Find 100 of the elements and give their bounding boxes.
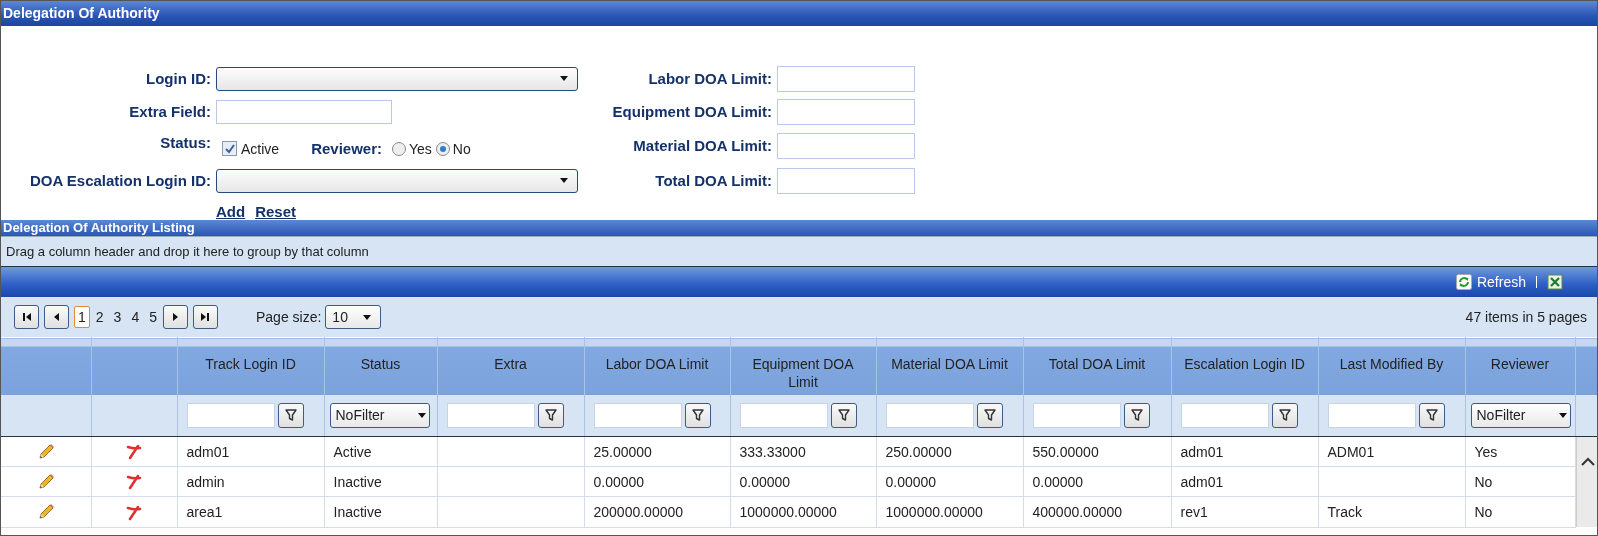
table-cell: 200000.00000 [584, 496, 730, 527]
table-cell: 0.00000 [1023, 466, 1171, 497]
pencil-icon [36, 472, 55, 491]
filter-icon [1129, 408, 1144, 423]
filter-field[interactable] [446, 402, 535, 428]
first-page-button[interactable] [14, 305, 39, 329]
column-header[interactable]: Extra [437, 337, 584, 395]
field-label: Status: [159, 133, 212, 151]
table-cell: adm01 [177, 436, 324, 467]
filter-field[interactable] [1032, 402, 1121, 428]
pencil-icon [36, 442, 55, 461]
field-label: Equipment DOA Limit: [611, 103, 773, 120]
text-field[interactable] [777, 98, 915, 125]
pager-summary: 47 items in 5 pages [1465, 309, 1587, 325]
table-cell: 0.00000 [730, 466, 876, 497]
delete-icon [126, 444, 142, 461]
delete-icon [126, 474, 142, 491]
filter-icon [982, 408, 997, 423]
filter-field[interactable] [885, 402, 974, 428]
column-header[interactable]: Equipment DOA Limit [730, 337, 876, 395]
page-number[interactable]: 3 [109, 306, 126, 328]
delete-icon [126, 504, 142, 521]
spreadsheet-icon [1547, 274, 1563, 290]
filter-icon [690, 408, 705, 423]
caret-icon [559, 177, 569, 184]
text-field[interactable] [216, 99, 392, 124]
last-page-button[interactable] [193, 305, 218, 329]
filter-button[interactable] [684, 402, 711, 428]
table-cell: rev1 [1171, 496, 1318, 527]
field-label: Reviewer: [311, 140, 382, 157]
link[interactable]: Add [216, 202, 246, 220]
table-cell: 25.00000 [584, 436, 730, 467]
next-page-button[interactable] [163, 305, 188, 329]
last-page-icon [200, 312, 211, 322]
page-size-dropdown[interactable]: 10 [325, 305, 382, 329]
table-cell: Inactive [324, 496, 437, 527]
dropdown[interactable] [216, 66, 578, 91]
caret-icon [362, 313, 373, 321]
filter-icon [283, 408, 298, 423]
group-hint: Drag a column header and drop it here to group by that column [6, 244, 369, 259]
table-cell: Active [324, 436, 437, 467]
field-label: Total DOA Limit: [654, 172, 773, 189]
filter-field[interactable] [186, 402, 275, 428]
text-field[interactable] [777, 65, 915, 92]
radio-button[interactable] [435, 141, 450, 156]
filter-icon [1277, 408, 1292, 423]
export-button[interactable] [1547, 274, 1563, 290]
filter-field[interactable] [1327, 402, 1416, 428]
field-label: Material DOA Limit: [632, 137, 773, 154]
column-header[interactable]: Track Login ID [177, 337, 324, 395]
filter-dropdown[interactable]: NoFilter [1470, 402, 1571, 428]
filter-dropdown[interactable]: NoFilter [329, 402, 430, 428]
table-cell: area1 [177, 496, 324, 527]
table-cell: ADM01 [1318, 436, 1465, 467]
column-header[interactable]: Total DOA Limit [1023, 337, 1171, 395]
filter-button[interactable] [1271, 402, 1298, 428]
filter-button[interactable] [830, 402, 857, 428]
checkbox[interactable] [222, 141, 237, 156]
table-cell: No [1465, 466, 1575, 497]
filter-button[interactable] [1123, 402, 1150, 428]
page-number[interactable]: 5 [145, 306, 161, 328]
table-cell: adm01 [1171, 466, 1318, 497]
column-header[interactable]: Labor DOA Limit [584, 337, 730, 395]
filter-icon [1424, 408, 1439, 423]
page-number[interactable]: 1 [74, 306, 90, 328]
filter-icon [543, 408, 558, 423]
scroll-up-icon [1580, 457, 1595, 467]
column-header[interactable]: Escalation Login ID [1171, 337, 1318, 395]
table-cell: 400000.00000 [1023, 496, 1171, 527]
checkbox-label: Active [241, 140, 280, 157]
table-cell: 0.00000 [584, 466, 730, 497]
column-header[interactable]: Material DOA Limit [876, 337, 1023, 395]
table-cell: No [1465, 496, 1575, 527]
filter-field[interactable] [1180, 402, 1269, 428]
filter-button[interactable] [537, 402, 564, 428]
previous-page-button[interactable] [44, 305, 69, 329]
filter-field[interactable] [739, 402, 828, 428]
table-cell: Yes [1465, 436, 1575, 467]
radio-button[interactable] [392, 141, 406, 156]
page-number[interactable]: 2 [91, 306, 108, 328]
filter-button[interactable] [976, 402, 1003, 428]
scrollbar[interactable] [1575, 437, 1597, 527]
page-size-label: Page size: [256, 309, 322, 325]
filter-button[interactable] [1418, 402, 1445, 428]
column-header[interactable]: Status [324, 337, 437, 395]
column-header[interactable]: Last Modified By [1318, 337, 1465, 395]
link[interactable]: Reset [255, 202, 297, 220]
column-header[interactable]: Reviewer [1465, 337, 1575, 395]
filter-button[interactable] [277, 402, 304, 428]
caret-icon [1557, 411, 1568, 419]
filter-icon [836, 408, 851, 423]
text-field[interactable] [777, 167, 915, 194]
filter-field[interactable] [593, 402, 682, 428]
dropdown[interactable] [216, 168, 578, 193]
text-field[interactable] [777, 132, 915, 159]
refresh-button[interactable]: Refresh [1455, 274, 1526, 290]
field-label: Extra Field: [128, 103, 212, 120]
radio-label: Yes [409, 140, 432, 157]
page-number[interactable]: 4 [127, 306, 144, 328]
pencil-icon [36, 503, 55, 522]
